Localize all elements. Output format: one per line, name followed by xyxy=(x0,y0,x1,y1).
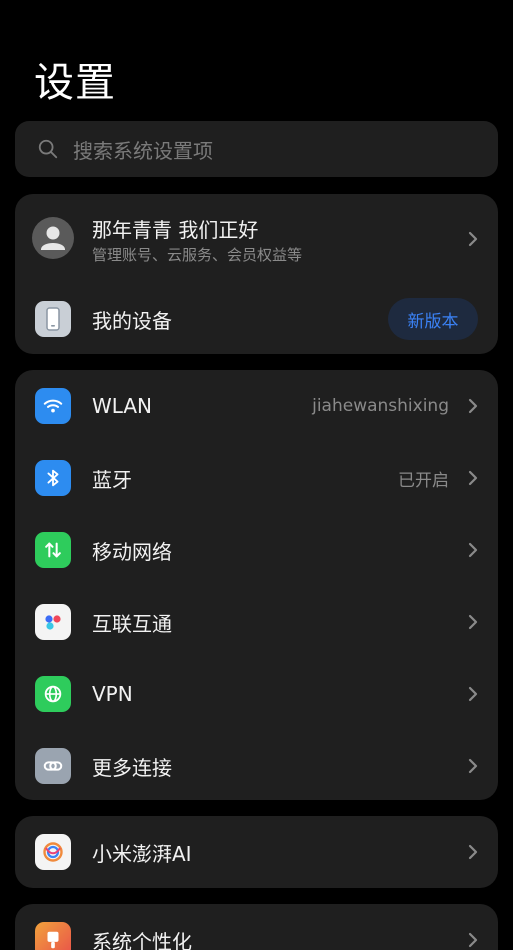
chevron-right-icon xyxy=(468,614,478,630)
device-icon xyxy=(35,301,71,337)
xiaomi-ai-label: 小米澎湃AI xyxy=(92,841,192,866)
chevron-right-icon xyxy=(468,686,478,702)
user-avatar-icon xyxy=(41,226,65,250)
account-name: 那年青青 我们正好 xyxy=(92,218,259,242)
settings-item-personalization[interactable]: 系统个性化 xyxy=(15,904,498,950)
mobile-data-icon xyxy=(35,532,71,568)
chevron-right-icon xyxy=(468,398,478,414)
settings-item-vpn[interactable]: VPN xyxy=(15,658,498,730)
search-bar[interactable]: 搜索系统设置项 xyxy=(15,121,498,177)
settings-page: 设置 搜索系统设置项 那年青青 我们正好 管理账号、云服务、会员权益等 我的设备… xyxy=(0,0,513,950)
chevron-right-icon xyxy=(468,932,478,948)
chevron-right-icon xyxy=(468,844,478,860)
chevron-right-icon xyxy=(468,470,478,486)
chevron-right-icon xyxy=(468,542,478,558)
my-device-row[interactable]: 我的设备 新版本 xyxy=(15,284,498,354)
ai-card: 小米澎湃AI xyxy=(15,816,498,888)
settings-item-bluetooth[interactable]: 蓝牙 已开启 xyxy=(15,442,498,514)
avatar xyxy=(32,217,74,259)
interconnect-label: 互联互通 xyxy=(92,611,172,636)
personalization-label: 系统个性化 xyxy=(92,929,192,950)
interconnect-icon xyxy=(35,604,71,640)
bluetooth-value: 已开启 xyxy=(398,470,449,491)
search-placeholder: 搜索系统设置项 xyxy=(73,138,213,163)
new-version-badge[interactable]: 新版本 xyxy=(388,298,478,340)
account-card: 那年青青 我们正好 管理账号、云服务、会员权益等 我的设备 新版本 xyxy=(15,194,498,354)
wlan-label: WLAN xyxy=(92,394,153,418)
vpn-label: VPN xyxy=(92,682,133,706)
mobile-network-label: 移动网络 xyxy=(92,539,172,564)
chevron-right-icon xyxy=(468,231,478,247)
account-subtitle: 管理账号、云服务、会员权益等 xyxy=(92,246,303,264)
wifi-icon xyxy=(35,388,71,424)
wlan-value: jiahewanshixing xyxy=(312,396,449,416)
account-row[interactable]: 那年青青 我们正好 管理账号、云服务、会员权益等 xyxy=(15,194,498,284)
search-icon xyxy=(38,139,58,159)
settings-item-interconnect[interactable]: 互联互通 xyxy=(15,586,498,658)
connectivity-card: WLAN jiahewanshixing 蓝牙 已开启 移动网络 互联互通 VP… xyxy=(15,370,498,800)
settings-item-xiaomi-ai[interactable]: 小米澎湃AI xyxy=(15,816,498,888)
my-device-label: 我的设备 xyxy=(92,308,172,333)
settings-item-more-connections[interactable]: 更多连接 xyxy=(15,730,498,800)
settings-item-wlan[interactable]: WLAN jiahewanshixing xyxy=(15,370,498,442)
bluetooth-icon xyxy=(35,460,71,496)
vpn-globe-icon xyxy=(35,676,71,712)
link-icon xyxy=(35,748,71,784)
more-connections-label: 更多连接 xyxy=(92,755,172,780)
xiaomi-ai-icon xyxy=(35,834,71,870)
personalization-icon xyxy=(35,922,71,950)
personalization-card: 系统个性化 xyxy=(15,904,498,950)
bluetooth-label: 蓝牙 xyxy=(92,467,132,492)
page-title: 设置 xyxy=(34,60,116,106)
chevron-right-icon xyxy=(468,758,478,774)
settings-item-mobile-network[interactable]: 移动网络 xyxy=(15,514,498,586)
